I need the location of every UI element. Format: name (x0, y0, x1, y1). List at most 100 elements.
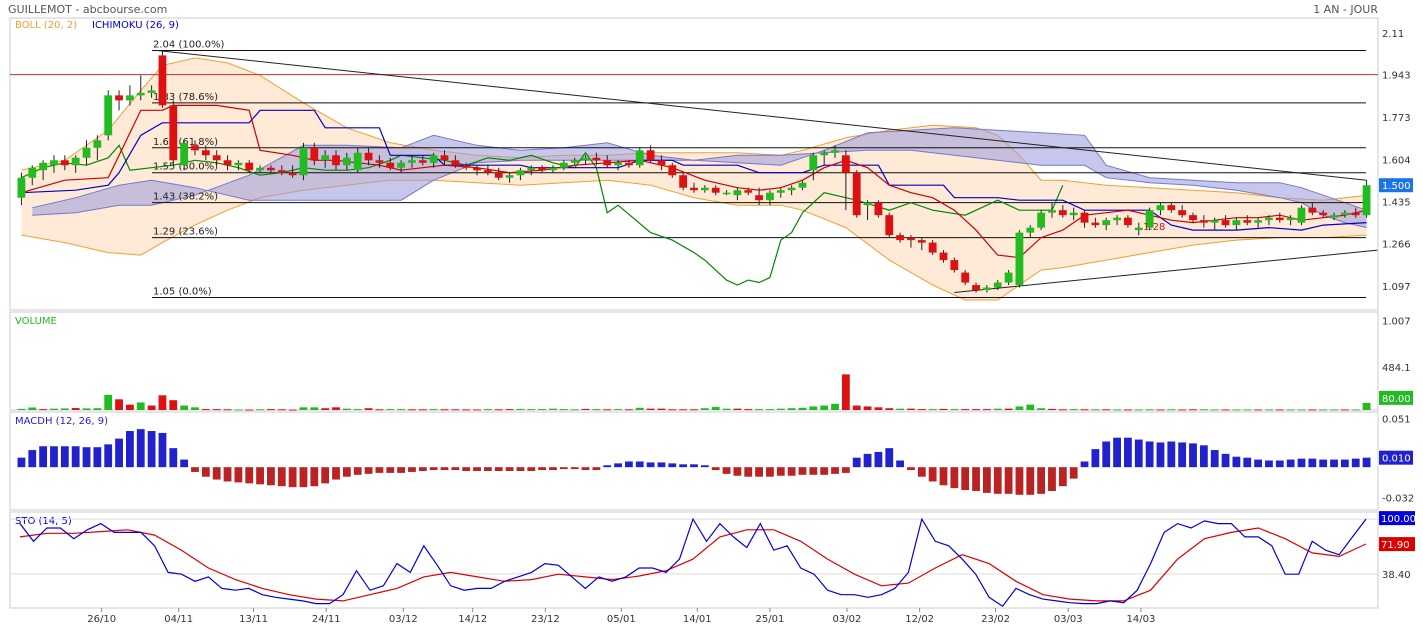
macd-bar (505, 467, 514, 471)
volume-bar (1243, 409, 1252, 411)
volume-bar (125, 404, 134, 410)
macd-bar (896, 460, 905, 468)
volume-bar (158, 395, 167, 410)
price-annotation: 1.28 (1143, 222, 1165, 233)
candle-body (538, 167, 547, 171)
x-tick-label: 05/01 (607, 614, 636, 625)
sto-k-label: 100.00 (1381, 514, 1416, 525)
candle-body (245, 162, 254, 171)
volume-bar (841, 374, 850, 410)
macd-bar (1340, 459, 1349, 468)
macd-bar (71, 446, 80, 468)
candle-body (809, 155, 818, 171)
volume-bar (917, 409, 926, 411)
candle-body (939, 252, 948, 261)
volume-bar (766, 409, 774, 411)
macd-bar (473, 467, 481, 471)
candle-body (917, 240, 926, 243)
candle-body (1156, 205, 1165, 211)
macd-tick-label: 0.051 (1382, 415, 1411, 426)
timeframe-label: 1 AN - JOUR (1313, 3, 1378, 16)
macd-bar (1275, 460, 1284, 468)
candle-body (353, 152, 362, 171)
volume-bar (679, 409, 688, 411)
volume-bar (1178, 409, 1187, 411)
macd-bar (1199, 445, 1208, 468)
candle-body (1243, 220, 1252, 223)
volume-bar (234, 409, 243, 411)
macd-bar (451, 467, 460, 471)
volume-bar (223, 409, 232, 411)
candle-body (158, 55, 167, 106)
volume-bar (549, 408, 557, 410)
volume-bar (614, 409, 622, 411)
legend-bollinger: BOLL (20, 2) (15, 20, 77, 31)
macd-bar (375, 467, 384, 473)
macd-bar (787, 467, 796, 476)
x-tick-label: 14/01 (683, 614, 712, 625)
x-tick-label: 03/03 (1054, 614, 1083, 625)
volume-bar (1058, 409, 1067, 411)
macd-bar (917, 467, 926, 477)
candle-body (1048, 210, 1056, 213)
candle-body (972, 285, 980, 291)
candle-body (885, 215, 894, 236)
x-tick-label: 26/10 (87, 614, 116, 625)
macd-bar (1091, 449, 1100, 468)
macd-bar (852, 457, 861, 468)
volume-bar (635, 407, 644, 410)
macd-bar (1243, 457, 1252, 468)
stock-chart: GUILLEMOT - abcbourse.com 1 AN - JOUR 2.… (0, 0, 1423, 628)
candle-body (646, 150, 655, 161)
candle-body (1167, 205, 1176, 211)
candle-body (234, 162, 243, 166)
candle-body (201, 150, 210, 156)
macd-bar (1026, 467, 1035, 495)
candle-body (473, 167, 481, 171)
candle-body (115, 95, 123, 101)
volume-bar (776, 408, 785, 410)
macd-bar (798, 467, 807, 475)
macd-bar (1189, 443, 1197, 468)
macd-bar (245, 467, 254, 484)
candle-body (1069, 212, 1078, 216)
volume-bar (191, 407, 199, 410)
candle-body (1265, 217, 1273, 221)
volume-title: VOLUME (15, 316, 57, 327)
volume-bar (1080, 409, 1089, 411)
volume-bar (245, 409, 254, 411)
candle-body (1210, 220, 1219, 223)
x-tick-label: 23/02 (981, 614, 1010, 625)
volume-bar (690, 409, 698, 411)
candle-body (212, 155, 221, 161)
candle-body (1340, 212, 1349, 216)
x-tick-label: 03/12 (389, 614, 418, 625)
volume-bar (831, 403, 839, 410)
volume-bar (559, 409, 568, 411)
macd-bar (972, 467, 980, 491)
candle-body (679, 175, 688, 188)
macd-bar (1037, 467, 1046, 494)
macd-bar (733, 467, 742, 476)
macd-bar (1102, 441, 1111, 468)
volume-bar (267, 409, 275, 411)
x-tick-label: 23/12 (531, 614, 560, 625)
candle-body (17, 177, 26, 198)
volume-bar (115, 399, 123, 410)
volume-bar (993, 408, 1002, 410)
macd-bar (17, 457, 26, 468)
candle-body (928, 242, 937, 253)
candle-body (1297, 207, 1306, 223)
volume-bar (722, 408, 731, 410)
macd-bar (538, 467, 547, 471)
macd-bar (429, 467, 438, 471)
candle-body (755, 195, 763, 201)
macd-bar (744, 467, 753, 477)
x-tick-label: 04/11 (164, 614, 193, 625)
candle-body (852, 172, 861, 216)
volume-bar (1037, 408, 1046, 410)
volume-bar (505, 409, 514, 411)
macd-bar (28, 450, 37, 468)
sto-title: STO (14, 5) (15, 516, 72, 527)
candle-body (625, 162, 633, 166)
